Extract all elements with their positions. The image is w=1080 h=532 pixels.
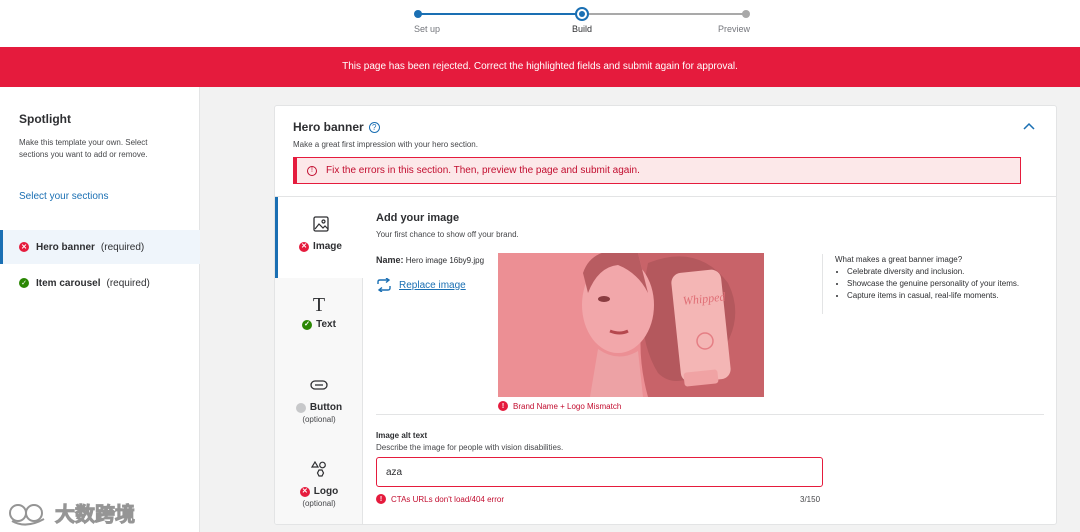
watermark-logo: 大数跨境 — [8, 498, 136, 527]
tab-label: Button — [309, 402, 343, 413]
alt-text-error-text: CTAs URLs don't load/404 error — [391, 494, 504, 504]
sidebar: Spotlight Make this template your own. S… — [0, 87, 200, 532]
tab-image[interactable]: ✕ Image — [275, 197, 363, 278]
hero-image-illustration: Whipped — [498, 253, 764, 397]
button-icon — [310, 376, 328, 394]
alt-text-error: ! CTAs URLs don't load/404 error — [376, 494, 504, 504]
sidebar-item-label: Hero banner — [36, 241, 95, 253]
section-error-alert: ! Fix the errors in this section. Then, … — [293, 157, 1021, 184]
step-label-build[interactable]: Build — [572, 24, 592, 34]
error-icon: ✕ — [19, 242, 29, 252]
stepper-line-done — [418, 13, 582, 15]
tab-optional: (optional) — [302, 415, 336, 424]
swap-icon — [377, 278, 391, 292]
tab-label: Logo — [313, 486, 339, 497]
sidebar-item-required: (required) — [100, 241, 145, 253]
step-dot-setup[interactable] — [414, 10, 422, 18]
tab-logo[interactable]: ✕ Logo (optional) — [275, 442, 363, 524]
sidebar-title: Spotlight — [19, 112, 71, 126]
section-error-text: Fix the errors in this section. Then, pr… — [326, 165, 640, 176]
file-name: Hero image 16by9.jpg — [405, 256, 485, 265]
sidebar-description: Make this template your own. Select sect… — [19, 138, 148, 159]
file-name-label: Name: — [376, 255, 404, 265]
section-subtitle: Make a great first impression with your … — [293, 140, 478, 149]
tab-label: Image — [313, 241, 342, 252]
panel-title: Add your image — [376, 212, 460, 224]
error-icon: ✕ — [299, 486, 310, 497]
image-panel: Add your image Your first chance to show… — [364, 197, 1056, 524]
chevron-up-icon[interactable] — [1021, 118, 1037, 134]
stepper-line-todo — [582, 13, 746, 15]
alert-icon: ! — [307, 165, 317, 176]
tip-item: Celebrate diversity and inclusion. — [847, 266, 1019, 278]
tab-label: Text — [316, 319, 336, 330]
progress-stepper: Set up Build Preview — [0, 0, 1080, 47]
sidebar-item-required: (required) — [106, 277, 150, 289]
step-label-preview[interactable]: Preview — [718, 24, 750, 34]
replace-image-button[interactable]: Replace image — [376, 278, 466, 292]
tab-text[interactable]: T ✓ Text — [275, 278, 363, 358]
tab-button[interactable]: Button (optional) — [275, 358, 363, 442]
tip-item: Capture items in casual, real-life momen… — [847, 290, 1019, 302]
status-empty-icon — [295, 402, 306, 413]
step-label-setup[interactable]: Set up — [414, 24, 440, 34]
alt-text-input[interactable] — [376, 457, 823, 487]
step-dot-preview[interactable] — [742, 10, 750, 18]
image-icon — [312, 215, 330, 233]
check-icon: ✓ — [19, 278, 29, 288]
sidebar-item-item-carousel[interactable]: ✓ Item carousel (required) — [0, 266, 200, 300]
tab-optional: (optional) — [302, 499, 336, 508]
hero-banner-card: Hero banner ? Make a great first impress… — [274, 105, 1057, 525]
tip-item: Showcase the genuine personality of your… — [847, 278, 1019, 290]
image-error-text: Brand Name + Logo Mismatch — [513, 401, 622, 411]
section-title-text: Hero banner — [293, 120, 364, 134]
rejection-banner: This page has been rejected. Correct the… — [0, 47, 1080, 87]
alt-text-description: Describe the image for people with visio… — [376, 443, 564, 452]
watermark-icon — [9, 503, 45, 525]
alert-icon: ! — [498, 401, 508, 411]
step-dot-build[interactable] — [575, 7, 589, 21]
sidebar-item-hero-banner[interactable]: ✕ Hero banner (required) — [0, 230, 200, 264]
tips-panel: What makes a great banner image? Celebra… — [822, 254, 1019, 314]
watermark-text: 大数跨境 — [55, 504, 136, 527]
text-icon: T — [312, 293, 326, 316]
tips-title: What makes a great banner image? — [835, 255, 963, 264]
error-icon: ✕ — [299, 241, 310, 252]
shapes-icon — [310, 460, 328, 478]
help-icon[interactable]: ? — [368, 121, 380, 133]
alt-text-label: Image alt text — [376, 431, 428, 440]
check-icon: ✓ — [302, 319, 313, 330]
panel-subtitle: Your first chance to show off your brand… — [376, 230, 519, 239]
replace-image-label: Replace image — [399, 279, 466, 291]
element-tabs: ✕ Image T ✓ Text Button (optional) ✕ Log… — [275, 197, 363, 524]
character-counter: 3/150 — [800, 495, 821, 504]
section-title: Hero banner ? — [293, 120, 380, 134]
file-name-row: Name: Hero image 16by9.jpg — [376, 255, 484, 265]
image-error: ! Brand Name + Logo Mismatch — [498, 401, 621, 411]
alert-icon: ! — [376, 494, 386, 504]
divider — [376, 414, 1044, 415]
select-sections-link[interactable]: Select your sections — [19, 191, 109, 202]
sidebar-item-label: Item carousel — [36, 277, 101, 289]
hero-image-preview: Whipped — [498, 253, 764, 397]
